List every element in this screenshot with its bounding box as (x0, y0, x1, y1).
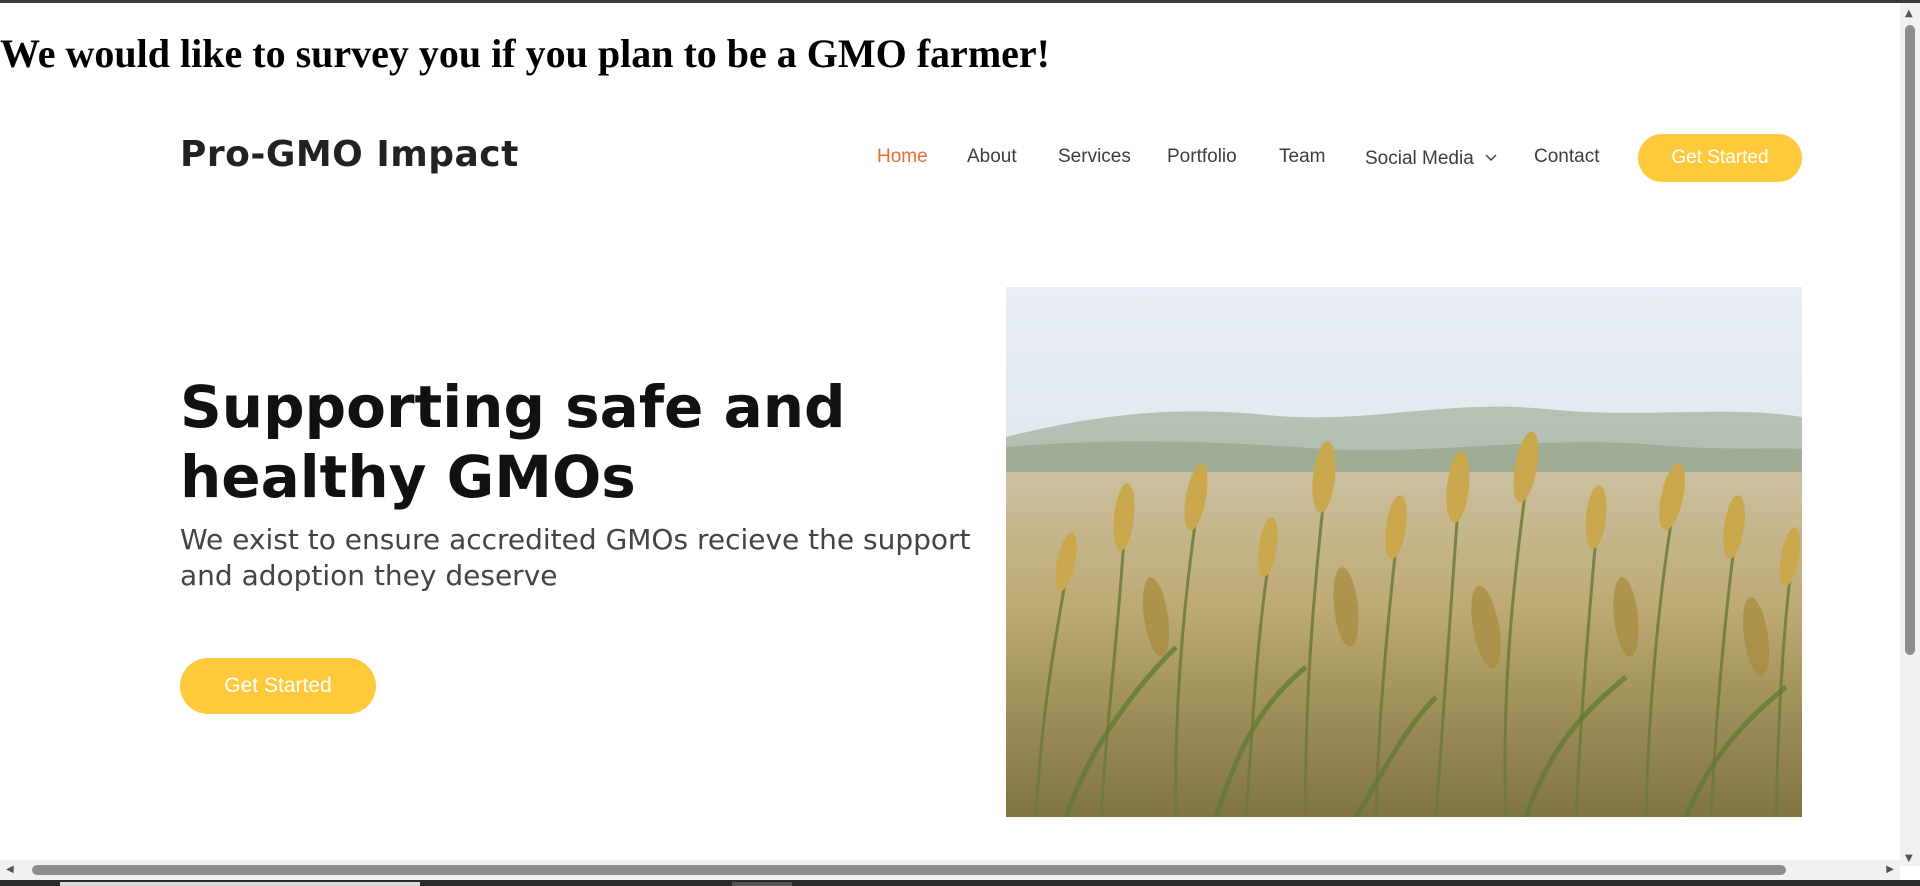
hero-title-line-2: healthy GMOs (180, 443, 636, 511)
nav-item-services[interactable]: Services (1058, 146, 1131, 168)
taskbar-strip (0, 880, 1920, 886)
wheat-field-image (1006, 287, 1802, 817)
site-logo[interactable]: Pro-GMO Impact (180, 134, 519, 175)
vertical-scrollbar-thumb[interactable] (1905, 25, 1915, 655)
hero-subtitle: We exist to ensure accredited GMOs recie… (180, 523, 971, 592)
hero-get-started-button[interactable]: Get Started (180, 658, 376, 714)
scroll-right-arrow-icon[interactable]: ▶ (1886, 865, 1894, 875)
nav-item-about[interactable]: About (967, 146, 1017, 168)
nav-item-social-media-label: Social Media (1365, 148, 1474, 169)
site-header: Pro-GMO Impact Home About Services Portf… (0, 128, 1900, 188)
scroll-up-arrow-icon[interactable]: ▲ (1905, 9, 1913, 19)
nav-item-home[interactable]: Home (877, 146, 928, 168)
nav-item-team[interactable]: Team (1279, 146, 1325, 168)
horizontal-scrollbar[interactable]: ◀ ▶ (0, 860, 1900, 880)
window-top-border (0, 0, 1920, 3)
survey-banner: We would like to survey you if you plan … (0, 31, 1050, 76)
taskbar-segment (60, 882, 420, 886)
nav-item-social-media[interactable]: Social Media (1365, 146, 1497, 170)
nav-item-contact[interactable]: Contact (1534, 146, 1599, 168)
vertical-scrollbar[interactable]: ▲ ▼ (1900, 3, 1920, 866)
hero-title-line-1: Supporting safe and (180, 373, 846, 441)
scroll-left-arrow-icon[interactable]: ◀ (6, 865, 14, 875)
taskbar-segment (732, 882, 792, 886)
horizontal-scrollbar-thumb[interactable] (32, 865, 1786, 875)
scroll-down-arrow-icon[interactable]: ▼ (1905, 854, 1913, 864)
chevron-down-icon (1485, 146, 1497, 168)
nav-item-portfolio[interactable]: Portfolio (1167, 146, 1237, 168)
hero-title: Supporting safe and healthy GMOs (180, 372, 940, 512)
header-get-started-button[interactable]: Get Started (1638, 134, 1802, 182)
